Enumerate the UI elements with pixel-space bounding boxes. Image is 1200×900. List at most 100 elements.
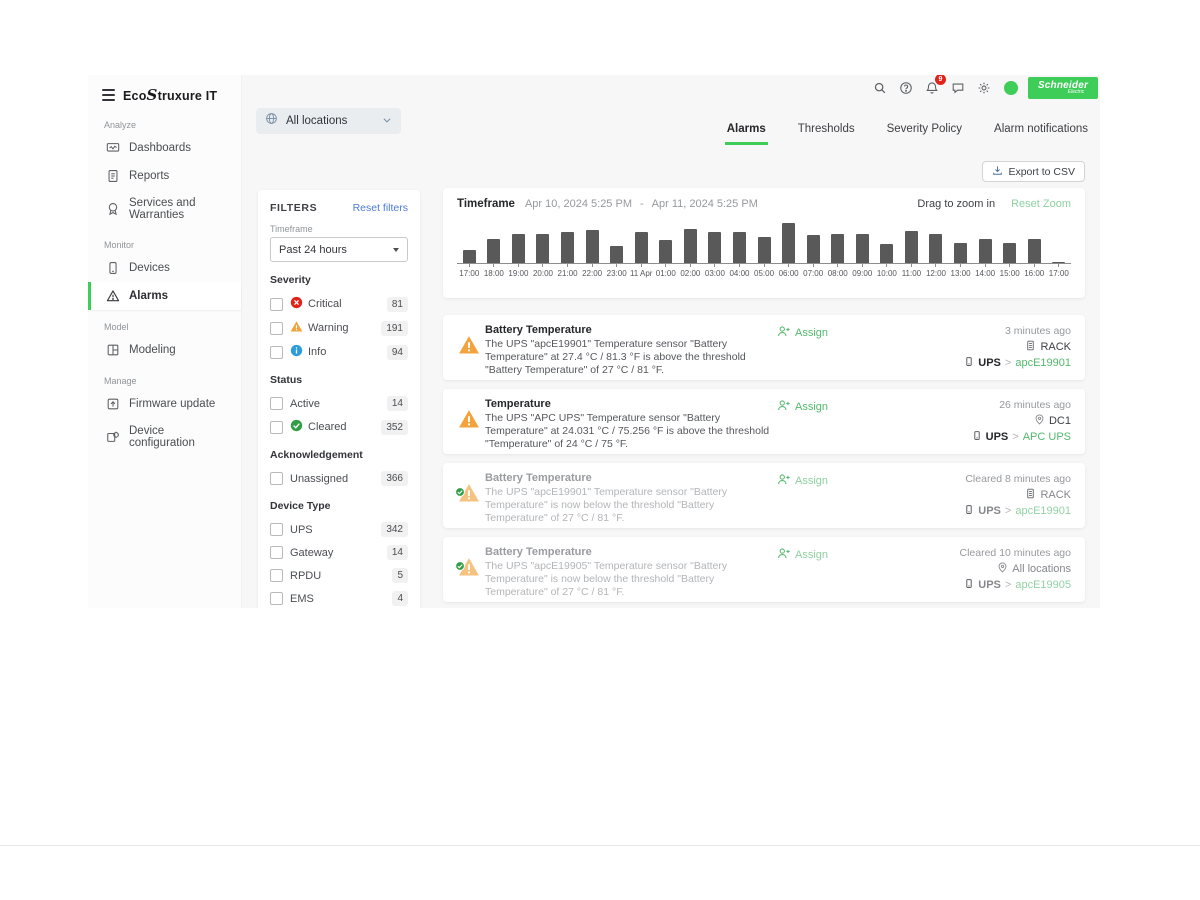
filter-option-label: Cleared <box>290 419 374 435</box>
tabs: Alarms Thresholds Severity Policy Alarm not… <box>725 119 1090 145</box>
checkbox-ups[interactable] <box>270 523 283 536</box>
sidebar-item-alarms[interactable]: Alarms <box>88 282 241 310</box>
sidebar-item-devices[interactable]: Devices <box>88 254 241 282</box>
tab-alarm-notifications[interactable]: Alarm notifications <box>992 119 1090 145</box>
assign-button[interactable]: Assign <box>777 325 828 341</box>
warning-icon <box>290 320 303 336</box>
alarm-location[interactable]: DC1 <box>1034 414 1071 428</box>
chart-bar[interactable] <box>831 234 844 263</box>
checkbox-warning[interactable] <box>270 322 283 335</box>
tab-severity-policy[interactable]: Severity Policy <box>885 119 964 145</box>
alarm-card[interactable]: Battery TemperatureThe UPS "apcE19901" T… <box>443 315 1085 380</box>
tab-thresholds[interactable]: Thresholds <box>796 119 857 145</box>
filter-option-critical[interactable]: Critical81 <box>270 292 408 316</box>
chart-bar[interactable] <box>487 239 500 263</box>
checkbox-rpdu[interactable] <box>270 569 283 582</box>
sidebar-item-label: Dashboards <box>129 142 191 154</box>
chart-bar-slot <box>506 234 531 263</box>
alarm-card[interactable]: Battery TemperatureThe UPS "apcE19905" T… <box>443 537 1085 602</box>
sidebar-item-services-and-warranties[interactable]: Services and Warranties <box>88 190 241 228</box>
filter-option-unassigned[interactable]: Unassigned366 <box>270 467 408 490</box>
checkbox-ems[interactable] <box>270 592 283 605</box>
chart-bar[interactable] <box>880 244 893 263</box>
schneider-electric-logo[interactable]: Schneider Electric <box>1028 77 1098 99</box>
filter-option-ems[interactable]: EMS4 <box>270 587 408 608</box>
tab-alarms[interactable]: Alarms <box>725 119 768 145</box>
reset-zoom-button[interactable]: Reset Zoom <box>1011 198 1071 210</box>
sidebar-item-dashboards[interactable]: Dashboards <box>88 134 241 162</box>
chart-bar[interactable] <box>708 232 721 263</box>
alarm-location[interactable]: All locations <box>997 562 1071 576</box>
alarm-location[interactable]: RACK <box>1025 488 1071 502</box>
chart-bar[interactable] <box>1052 262 1065 263</box>
chart-bar[interactable] <box>512 234 525 263</box>
chart-bar[interactable] <box>954 243 967 263</box>
user-avatar[interactable] <box>1004 81 1018 95</box>
filter-option-info[interactable]: Info94 <box>270 340 408 364</box>
chart-bar[interactable] <box>856 234 869 263</box>
chart-bar[interactable] <box>536 234 549 263</box>
chart-bar[interactable] <box>635 232 648 263</box>
chart-bar[interactable] <box>979 239 992 263</box>
filter-option-active[interactable]: Active14 <box>270 392 408 415</box>
sidebar-item-reports[interactable]: Reports <box>88 162 241 190</box>
filter-option-warning[interactable]: Warning191 <box>270 316 408 340</box>
help-icon[interactable] <box>896 78 916 98</box>
checkbox-critical[interactable] <box>270 298 283 311</box>
filter-option-gateway[interactable]: Gateway14 <box>270 541 408 564</box>
chart-x-label: 05:00 <box>754 269 774 278</box>
chart-bar[interactable] <box>905 231 918 263</box>
chart-bar[interactable] <box>463 250 476 263</box>
chart-plot[interactable] <box>457 220 1071 264</box>
chart-bar[interactable] <box>610 246 623 263</box>
notifications-icon[interactable]: 9 <box>922 78 942 98</box>
alarm-history-chart[interactable]: 17:0018:0019:0020:0021:0022:0023:0011 Ap… <box>457 220 1071 278</box>
chart-bar[interactable] <box>1003 243 1016 263</box>
alarm-device-link[interactable]: apcE19901 <box>1015 357 1071 369</box>
checkbox-info[interactable] <box>270 346 283 359</box>
alarm-card[interactable]: TemperatureThe UPS "APC UPS" Temperature… <box>443 389 1085 454</box>
chart-bar[interactable] <box>1028 239 1041 263</box>
hamburger-menu-icon[interactable] <box>102 89 115 101</box>
checkbox-cleared[interactable] <box>270 421 283 434</box>
alarm-device-link[interactable]: apcE19905 <box>1015 579 1071 591</box>
chart-bar[interactable] <box>561 232 574 263</box>
assign-button[interactable]: Assign <box>777 547 828 563</box>
chart-bar[interactable] <box>659 240 672 263</box>
alarm-location[interactable]: RACK <box>1025 340 1071 354</box>
alarm-card[interactable]: Battery TemperatureThe UPS "apcE19901" T… <box>443 463 1085 528</box>
checkbox-active[interactable] <box>270 397 283 410</box>
chart-bar[interactable] <box>733 232 746 263</box>
checkbox-unassigned[interactable] <box>270 472 283 485</box>
chart-label-slot: 06:00 <box>776 264 801 278</box>
filter-option-rpdu[interactable]: RPDU5 <box>270 564 408 587</box>
search-icon[interactable] <box>870 78 890 98</box>
chart-bar[interactable] <box>684 229 697 263</box>
filter-option-label: Critical <box>290 296 380 312</box>
feedback-icon[interactable] <box>948 78 968 98</box>
chart-bar[interactable] <box>586 230 599 263</box>
chart-bar[interactable] <box>807 235 820 263</box>
chart-bar[interactable] <box>929 234 942 263</box>
chart-bar[interactable] <box>758 237 771 263</box>
reset-filters-link[interactable]: Reset filters <box>353 202 408 214</box>
export-to-csv-button[interactable]: Export to CSV <box>982 161 1085 182</box>
sidebar-item-firmware-update[interactable]: Firmware update <box>88 390 241 418</box>
filter-option-cleared[interactable]: Cleared352 <box>270 415 408 439</box>
sidebar-item-modeling[interactable]: Modeling <box>88 336 241 364</box>
alarm-device-link[interactable]: APC UPS <box>1023 431 1071 443</box>
checkbox-gateway[interactable] <box>270 546 283 559</box>
assign-button[interactable]: Assign <box>777 473 828 489</box>
settings-icon[interactable] <box>974 78 994 98</box>
sidebar-item-device-configuration[interactable]: Device configuration <box>88 418 241 456</box>
alarm-device-link[interactable]: apcE19901 <box>1015 505 1071 517</box>
chart-bar[interactable] <box>782 223 795 263</box>
assign-button[interactable]: Assign <box>777 399 828 415</box>
filter-option-ups[interactable]: UPS342 <box>270 518 408 541</box>
location-filter-dropdown[interactable]: All locations <box>256 108 401 134</box>
caret-down-icon <box>393 248 399 252</box>
filter-option-label: RPDU <box>290 570 385 582</box>
chart-tick <box>960 264 961 267</box>
timeframe-select[interactable]: Past 24 hours <box>270 237 408 262</box>
topbar: 9 Schneider Electric <box>870 77 1098 99</box>
